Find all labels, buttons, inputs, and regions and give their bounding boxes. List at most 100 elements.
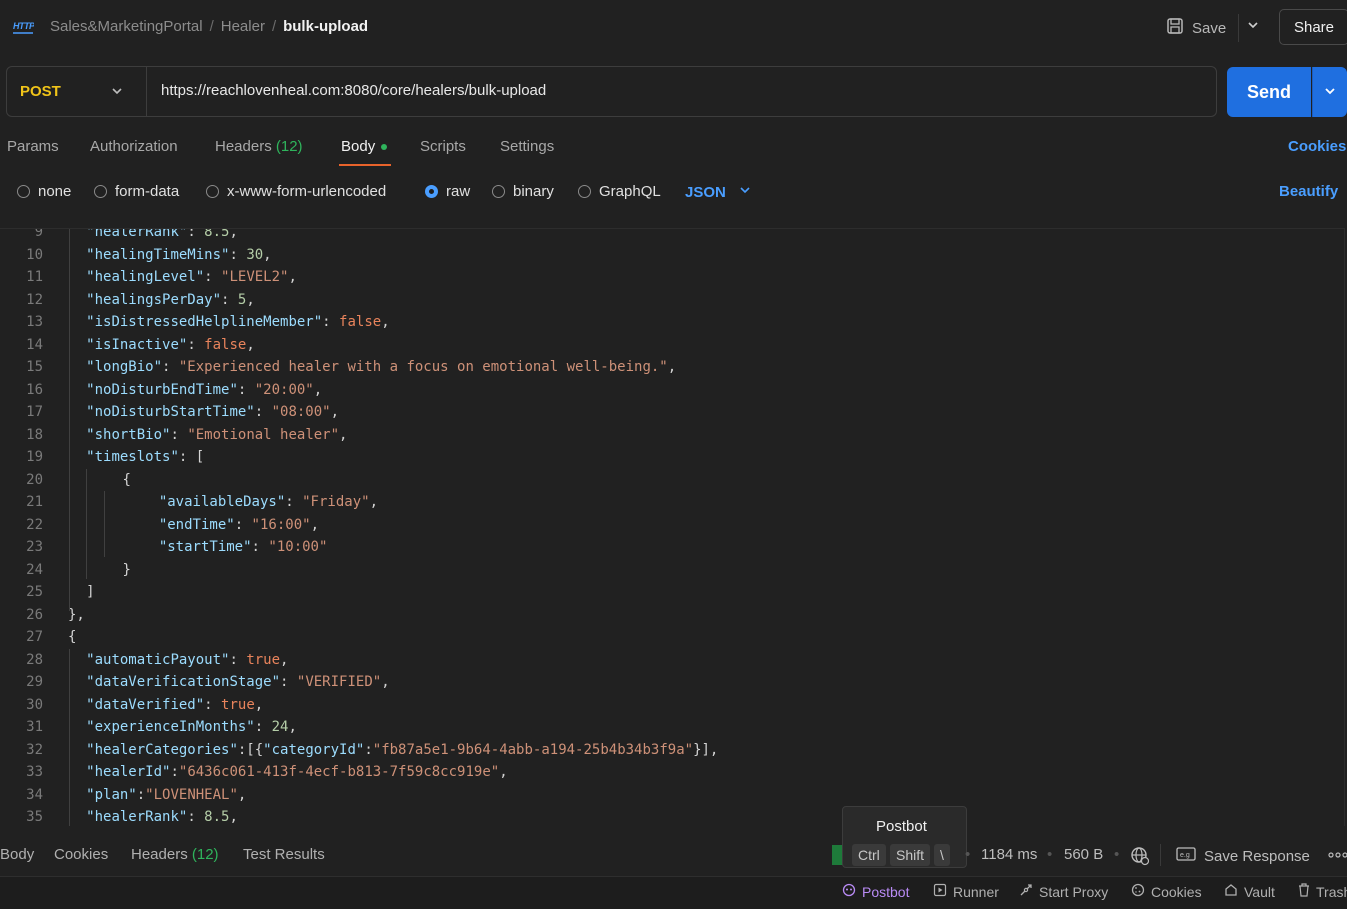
radio-circle [17, 185, 30, 198]
code-token: , [381, 314, 390, 330]
save-button[interactable]: Save [1166, 16, 1226, 40]
line-number: 27 [26, 629, 43, 645]
radio-none[interactable]: none [17, 183, 71, 200]
line-number: 19 [26, 449, 43, 465]
editor-line: 14 "isInactive": false, [0, 334, 255, 356]
code-token: : [187, 228, 205, 240]
chevron-down-icon[interactable] [110, 84, 124, 101]
code-token: , [263, 246, 272, 263]
radio-graphql[interactable]: GraphQL [578, 183, 661, 200]
code-editor[interactable]: 9 "healerRank": 8.5, 10 "healingTimeMins": … [0, 228, 1345, 826]
tab-body[interactable]: Body [341, 138, 388, 155]
save-label: Save [1192, 19, 1227, 37]
line-number: 24 [26, 561, 43, 578]
divider [146, 67, 147, 116]
chevron-down-icon[interactable] [1246, 18, 1260, 35]
editor-line: 30 "dataVerified": true, [0, 694, 263, 716]
separator-dot: • [1114, 846, 1120, 863]
footer-runner[interactable]: Runner [933, 883, 999, 900]
code-token: "dataVerified" [86, 696, 205, 713]
editor-line: 12 "healingsPerDay": 5, [0, 289, 255, 311]
format-select[interactable]: JSON [685, 183, 752, 201]
response-tab-headers-label: Headers [131, 846, 188, 863]
share-button[interactable]: Share [1279, 9, 1347, 45]
line-number: 34 [26, 786, 43, 803]
breadcrumb-folder[interactable]: Healer [221, 18, 265, 35]
editor-line: 33 "healerId":"6436c061-413f-4ecf-b813-7f… [0, 761, 507, 783]
headers-count: (12) [275, 138, 303, 155]
code-token: : [229, 651, 247, 668]
code-token: : [322, 314, 340, 330]
line-code: "noDisturbEndTime": "20:00", [86, 379, 322, 401]
line-code: "dataVerificationStage": "VERIFIED", [86, 671, 389, 693]
radio-circle-selected [425, 185, 438, 198]
radio-circle [492, 185, 505, 198]
radio-form-data[interactable]: form-data [94, 183, 179, 200]
breadcrumb-collection[interactable]: Sales&MarketingPortal [50, 18, 203, 35]
response-tab-headers[interactable]: Headers (12) [131, 846, 219, 863]
send-options-button[interactable] [1312, 67, 1347, 117]
svg-text:e.g: e.g [1180, 852, 1190, 859]
save-response-button[interactable]: e.g Save Response [1176, 846, 1310, 866]
response-tab-cookies[interactable]: Cookies [54, 846, 108, 863]
breadcrumb: Sales&MarketingPortal / Healer / bulk-upload [50, 18, 368, 35]
radio-circle [578, 185, 591, 198]
code-token: "16:00" [251, 516, 311, 533]
response-tab-test-results[interactable]: Test Results [243, 846, 325, 863]
breadcrumb-request[interactable]: bulk-upload [283, 18, 368, 35]
line-code: "longBio": "Experienced healer with a fo… [86, 356, 676, 378]
response-tab-body[interactable]: Body [0, 846, 34, 863]
tab-headers[interactable]: Headers (12) [215, 138, 303, 155]
editor-line: 24} [0, 559, 131, 581]
code-token: :[{ [237, 741, 264, 758]
code-token: { [122, 471, 131, 488]
line-code: "experienceInMonths": 24, [86, 716, 297, 738]
response-size: 560 B [1064, 846, 1104, 863]
code-token: : [285, 494, 303, 510]
http-request-icon: HTTP [12, 18, 36, 36]
code-token: "fb87a5e1-9b64-4abb-a194-25b4b34b3f9a" [372, 741, 694, 758]
footer-start-proxy-label: Start Proxy [1039, 883, 1109, 900]
save-icon [1166, 17, 1184, 39]
cookies-link[interactable]: Cookies [1288, 138, 1346, 155]
code-token: "healingsPerDay" [86, 291, 222, 308]
line-code: "startTime": "10:00" [159, 536, 328, 558]
tab-params[interactable]: Params [7, 138, 59, 155]
line-code: "healerRank": 8.5, [86, 228, 238, 243]
footer-trash[interactable]: Trash [1298, 883, 1347, 900]
cookie-icon [1131, 883, 1145, 900]
footer-postbot[interactable]: Postbot [842, 883, 909, 900]
method-select[interactable]: POST [20, 83, 61, 100]
line-code: "healerCategories":[{"categoryId":"fb87a… [86, 739, 718, 761]
line-code: { [123, 469, 131, 491]
radio-label: raw [446, 183, 471, 200]
svg-text:HTTP: HTTP [13, 21, 34, 31]
tab-authorization[interactable]: Authorization [90, 138, 178, 155]
radio-label: x-www-form-urlencoded [227, 183, 387, 200]
beautify-button[interactable]: Beautify [1279, 183, 1338, 200]
code-token: : [280, 674, 297, 690]
response-headers-count: (12) [191, 846, 219, 863]
code-token: , [310, 516, 319, 533]
radio-binary[interactable]: binary [492, 183, 554, 200]
send-button[interactable]: Send [1227, 67, 1311, 117]
line-number: 20 [26, 471, 43, 488]
footer-vault[interactable]: Vault [1224, 883, 1275, 900]
radio-raw[interactable]: raw [425, 183, 470, 200]
code-token: , [246, 291, 255, 308]
line-number: 11 [26, 269, 43, 285]
network-globe-icon[interactable] [1130, 846, 1150, 866]
code-token: , [229, 228, 238, 240]
url-input[interactable]: https://reachlovenheal.com:8080/core/hea… [161, 82, 546, 99]
footer-start-proxy[interactable]: Start Proxy [1019, 883, 1108, 900]
tab-settings[interactable]: Settings [500, 138, 554, 155]
more-options-icon[interactable] [1328, 846, 1347, 867]
line-number: 30 [26, 696, 43, 713]
line-number: 23 [26, 539, 43, 555]
code-token: , [667, 359, 677, 375]
radio-urlencoded[interactable]: x-www-form-urlencoded [206, 183, 386, 200]
code-token: : [234, 516, 252, 533]
tab-scripts[interactable]: Scripts [420, 138, 466, 155]
footer-cookies[interactable]: Cookies [1131, 883, 1202, 900]
editor-line: 28 "automaticPayout": true, [0, 649, 288, 671]
